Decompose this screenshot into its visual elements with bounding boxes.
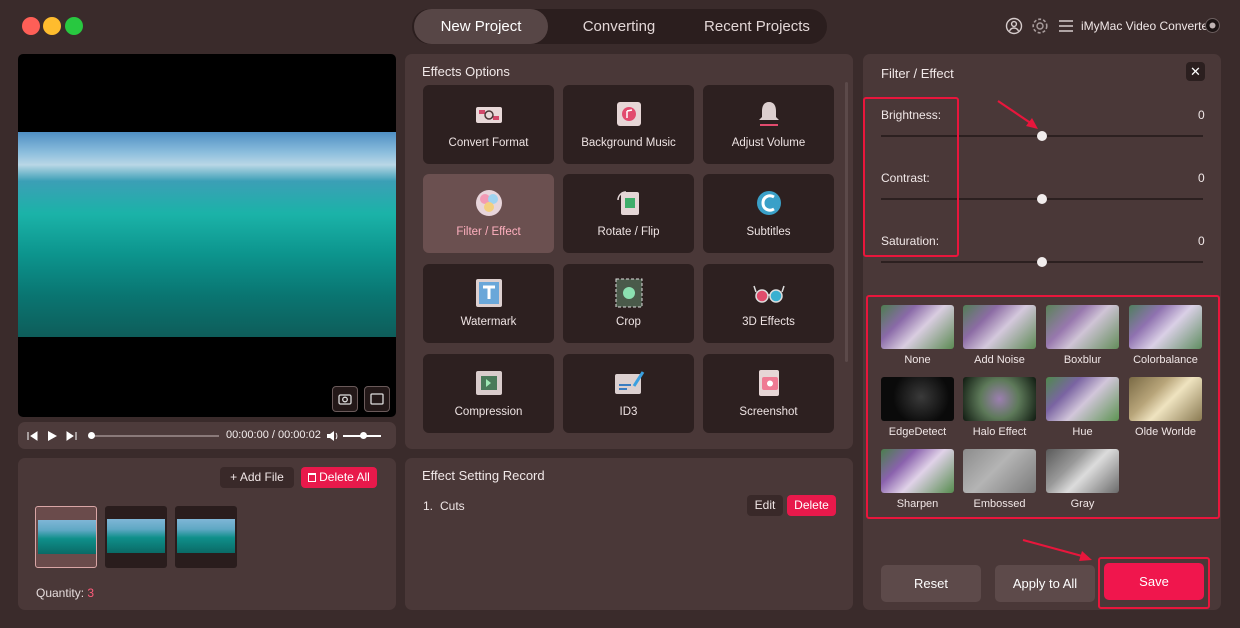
background-music-icon [612,99,646,129]
record-delete-button[interactable]: Delete [787,495,836,516]
effect-background-music[interactable]: Background Music [563,85,694,164]
player-controls: 00:00:00 / 00:00:02 [18,422,396,449]
prev-frame-icon[interactable] [26,429,38,447]
effect-screenshot[interactable]: Screenshot [703,354,834,433]
effect-filter-effect[interactable]: Filter / Effect [423,174,554,253]
annotation-arrow-brightness [997,100,1038,129]
record-edit-button[interactable]: Edit [747,495,783,516]
volume-handle[interactable] [360,432,367,439]
effect-rotate-flip[interactable]: Rotate / Flip [563,174,694,253]
tab-new-project[interactable]: New Project [414,9,548,44]
apply-to-all-button[interactable]: Apply to All [995,565,1095,602]
effect-adjust-volume[interactable]: Adjust Volume [703,85,834,164]
saturation-value: 0 [1198,234,1205,248]
watermark-icon [472,278,506,308]
record-index: 1. [423,499,434,513]
minimize-window-button[interactable] [43,17,61,35]
3d-glasses-icon [752,278,786,308]
rotate-flip-icon [612,188,646,218]
nav-tabs: New Project Converting Recent Projects [412,9,827,44]
effects-options-title: Effects Options [422,64,510,79]
app-logo-icon [1205,18,1220,33]
effect-crop[interactable]: Crop [563,264,694,343]
reset-button[interactable]: Reset [881,565,981,602]
menu-icon[interactable] [1057,17,1075,35]
file-thumbnail[interactable] [175,506,237,568]
effect-label: Subtitles [746,226,791,238]
quantity-label: Quantity: 3 [36,586,95,600]
contrast-value: 0 [1198,171,1205,185]
effect-label: Watermark [460,316,517,328]
effect-3d-effects[interactable]: 3D Effects [703,264,834,343]
effect-label: Adjust Volume [731,137,806,149]
effect-label: Rotate / Flip [597,226,660,238]
effect-convert-format[interactable]: Convert Format [423,85,554,164]
effect-compression[interactable]: Compression [423,354,554,433]
play-icon[interactable] [46,429,58,447]
saturation-slider-handle[interactable] [1037,257,1047,267]
file-thumbnail[interactable] [35,506,97,568]
effect-label: Screenshot [739,406,798,418]
crop-icon [612,278,646,308]
file-thumbnail[interactable] [105,506,167,568]
effects-options-panel: Effects Options Convert Format Backgroun… [405,54,853,449]
effect-id3[interactable]: ID3 [563,354,694,433]
gear-icon[interactable] [1031,17,1049,35]
volume-icon[interactable] [326,429,339,447]
delete-all-button[interactable]: Delete All [301,467,377,488]
effects-scrollbar[interactable] [845,82,848,362]
add-file-button[interactable]: + Add File [220,467,294,488]
annotation-arrow-save [1022,538,1092,561]
close-window-button[interactable] [22,17,40,35]
zoom-window-button[interactable] [65,17,83,35]
tab-recent-projects[interactable]: Recent Projects [690,9,824,44]
close-icon[interactable]: ✕ [1186,62,1205,81]
annotation-presets-box [866,295,1220,519]
next-frame-icon[interactable] [66,429,78,447]
compression-icon [472,368,506,398]
time-readout: 00:00:00 / 00:00:02 [226,429,321,441]
effect-label: Convert Format [448,137,529,149]
user-icon[interactable] [1005,17,1023,35]
effect-watermark[interactable]: Watermark [423,264,554,343]
seek-handle[interactable] [88,432,95,439]
screenshot-icon [752,368,786,398]
effect-label: Filter / Effect [456,226,521,238]
brightness-value: 0 [1198,108,1205,122]
quantity-value: 3 [87,586,95,600]
video-frame [18,132,396,337]
effect-label: Crop [616,316,641,328]
video-preview [18,54,396,417]
effect-label: Compression [454,406,523,418]
effect-label: 3D Effects [742,316,795,328]
delete-all-label: Delete All [319,470,370,484]
snapshot-button[interactable] [332,386,358,412]
file-list-panel: + Add File Delete All Quantity: 3 [18,458,396,610]
seek-track[interactable] [91,435,219,437]
filter-effect-title: Filter / Effect [881,66,954,81]
effect-label: ID3 [619,406,638,418]
fullscreen-button[interactable] [364,386,390,412]
annotation-save-box [1098,557,1210,609]
app-brand: iMyMac Video Converter [1081,19,1213,33]
effect-record-title: Effect Setting Record [422,468,545,483]
subtitles-icon [752,188,786,218]
effect-record-panel: Effect Setting Record 1. Cuts Edit Delet… [405,458,853,610]
contrast-slider-handle[interactable] [1037,194,1047,204]
record-name: Cuts [440,499,465,513]
filter-effect-icon [472,188,506,218]
adjust-volume-icon [752,99,786,129]
effect-subtitles[interactable]: Subtitles [703,174,834,253]
effect-label: Background Music [581,137,676,149]
id3-icon [612,368,646,398]
convert-format-icon [472,99,506,129]
tab-converting[interactable]: Converting [552,9,686,44]
trash-icon [308,473,317,482]
annotation-sliders-box [863,97,959,257]
